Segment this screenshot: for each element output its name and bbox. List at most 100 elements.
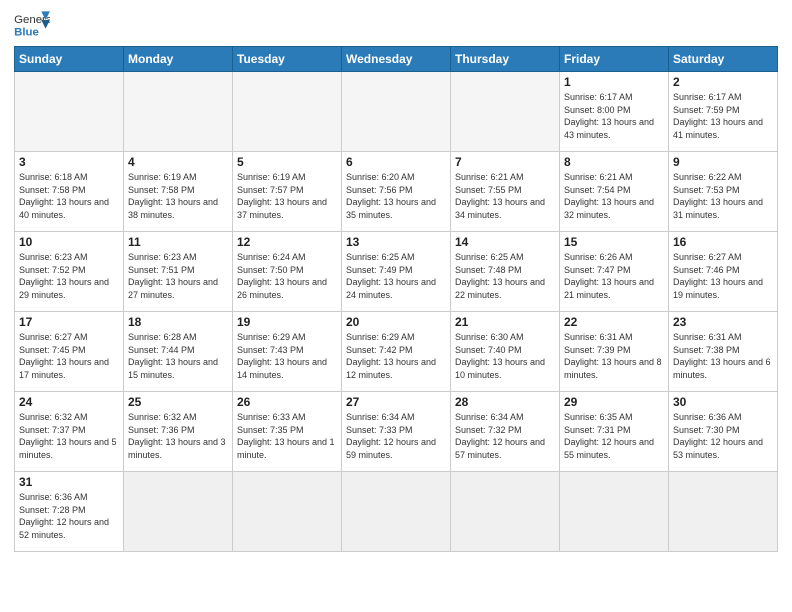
day-number: 7 [455, 155, 555, 169]
calendar-day-cell: 19Sunrise: 6:29 AM Sunset: 7:43 PM Dayli… [233, 312, 342, 392]
day-number: 13 [346, 235, 446, 249]
calendar-day-cell [124, 472, 233, 552]
calendar-day-cell: 28 Sunrise: 6:34 AM Sunset: 7:32 PM Dayli… [451, 392, 560, 472]
day-number: 17 [19, 315, 119, 329]
calendar-day-cell: 17 Sunrise: 6:27 AM Sunset: 7:45 PM Dayli… [15, 312, 124, 392]
day-number: 23 [673, 315, 773, 329]
calendar-day-cell: 4Sunrise: 6:19 AM Sunset: 7:58 PM Daylig… [124, 152, 233, 232]
calendar-day-cell: 9 Sunrise: 6:22 AM Sunset: 7:53 PM Daylig… [669, 152, 778, 232]
calendar-day-cell [124, 72, 233, 152]
day-number: 27 [346, 395, 446, 409]
calendar-day-cell: 27 Sunrise: 6:34 AM Sunset: 7:33 PM Dayli… [342, 392, 451, 472]
calendar-week-row: 1 Sunrise: 6:17 AM Sunset: 8:00 PM Daylig… [15, 72, 778, 152]
day-number: 10 [19, 235, 119, 249]
weekday-header-saturday: Saturday [669, 47, 778, 72]
calendar-day-cell: 25 Sunrise: 6:32 AM Sunset: 7:36 PM Dayli… [124, 392, 233, 472]
day-info: Sunrise: 6:31 AM Sunset: 7:38 PM Dayligh… [673, 331, 773, 381]
calendar-day-cell [560, 472, 669, 552]
day-number: 19 [237, 315, 337, 329]
day-info: Sunrise: 6:36 AM Sunset: 7:28 PM Dayligh… [19, 491, 119, 541]
day-info: Sunrise: 6:19 AM Sunset: 7:57 PM Dayligh… [237, 171, 337, 221]
calendar-day-cell [451, 472, 560, 552]
day-number: 9 [673, 155, 773, 169]
logo: General Blue [14, 10, 50, 40]
calendar-day-cell [342, 472, 451, 552]
calendar-day-cell [669, 472, 778, 552]
day-info: Sunrise: 6:34 AM Sunset: 7:32 PM Dayligh… [455, 411, 555, 461]
day-info: Sunrise: 6:33 AM Sunset: 7:35 PM Dayligh… [237, 411, 337, 461]
day-number: 21 [455, 315, 555, 329]
day-info: Sunrise: 6:27 AM Sunset: 7:45 PM Dayligh… [19, 331, 119, 381]
weekday-header-monday: Monday [124, 47, 233, 72]
calendar-day-cell: 8 Sunrise: 6:21 AM Sunset: 7:54 PM Daylig… [560, 152, 669, 232]
day-info: Sunrise: 6:32 AM Sunset: 7:36 PM Dayligh… [128, 411, 228, 461]
weekday-header-row: SundayMondayTuesdayWednesdayThursdayFrid… [15, 47, 778, 72]
day-info: Sunrise: 6:30 AM Sunset: 7:40 PM Dayligh… [455, 331, 555, 381]
calendar-day-cell: 11Sunrise: 6:23 AM Sunset: 7:51 PM Dayli… [124, 232, 233, 312]
day-info: Sunrise: 6:29 AM Sunset: 7:42 PM Dayligh… [346, 331, 446, 381]
day-number: 30 [673, 395, 773, 409]
header-area: General Blue [14, 10, 778, 40]
day-number: 18 [128, 315, 228, 329]
day-info: Sunrise: 6:27 AM Sunset: 7:46 PM Dayligh… [673, 251, 773, 301]
calendar-day-cell: 15 Sunrise: 6:26 AM Sunset: 7:47 PM Dayli… [560, 232, 669, 312]
calendar-day-cell: 20 Sunrise: 6:29 AM Sunset: 7:42 PM Dayli… [342, 312, 451, 392]
day-number: 5 [237, 155, 337, 169]
day-info: Sunrise: 6:35 AM Sunset: 7:31 PM Dayligh… [564, 411, 664, 461]
day-number: 15 [564, 235, 664, 249]
calendar-day-cell: 26Sunrise: 6:33 AM Sunset: 7:35 PM Dayli… [233, 392, 342, 472]
day-info: Sunrise: 6:17 AM Sunset: 8:00 PM Dayligh… [564, 91, 664, 141]
calendar-day-cell [451, 72, 560, 152]
page: General Blue SundayMondayTuesdayWednesda… [0, 0, 792, 562]
calendar-day-cell [233, 72, 342, 152]
day-number: 29 [564, 395, 664, 409]
day-info: Sunrise: 6:20 AM Sunset: 7:56 PM Dayligh… [346, 171, 446, 221]
calendar-day-cell [233, 472, 342, 552]
day-number: 3 [19, 155, 119, 169]
day-number: 25 [128, 395, 228, 409]
calendar-day-cell: 1 Sunrise: 6:17 AM Sunset: 8:00 PM Daylig… [560, 72, 669, 152]
calendar-day-cell: 29 Sunrise: 6:35 AM Sunset: 7:31 PM Dayli… [560, 392, 669, 472]
day-info: Sunrise: 6:22 AM Sunset: 7:53 PM Dayligh… [673, 171, 773, 221]
day-info: Sunrise: 6:21 AM Sunset: 7:55 PM Dayligh… [455, 171, 555, 221]
calendar-week-row: 31 Sunrise: 6:36 AM Sunset: 7:28 PM Dayli… [15, 472, 778, 552]
calendar-day-cell: 16 Sunrise: 6:27 AM Sunset: 7:46 PM Dayli… [669, 232, 778, 312]
day-info: Sunrise: 6:28 AM Sunset: 7:44 PM Dayligh… [128, 331, 228, 381]
day-number: 31 [19, 475, 119, 489]
day-number: 1 [564, 75, 664, 89]
generalblue-logo-icon: General Blue [14, 10, 50, 40]
calendar-day-cell: 5 Sunrise: 6:19 AM Sunset: 7:57 PM Daylig… [233, 152, 342, 232]
weekday-header-sunday: Sunday [15, 47, 124, 72]
calendar-day-cell: 10Sunrise: 6:23 AM Sunset: 7:52 PM Dayli… [15, 232, 124, 312]
day-number: 16 [673, 235, 773, 249]
day-number: 8 [564, 155, 664, 169]
day-info: Sunrise: 6:21 AM Sunset: 7:54 PM Dayligh… [564, 171, 664, 221]
svg-text:Blue: Blue [14, 27, 39, 39]
day-number: 28 [455, 395, 555, 409]
day-number: 20 [346, 315, 446, 329]
calendar-day-cell [342, 72, 451, 152]
day-info: Sunrise: 6:18 AM Sunset: 7:58 PM Dayligh… [19, 171, 119, 221]
day-number: 24 [19, 395, 119, 409]
calendar-day-cell: 13 Sunrise: 6:25 AM Sunset: 7:49 PM Dayli… [342, 232, 451, 312]
calendar-week-row: 10Sunrise: 6:23 AM Sunset: 7:52 PM Dayli… [15, 232, 778, 312]
calendar-day-cell: 6Sunrise: 6:20 AM Sunset: 7:56 PM Daylig… [342, 152, 451, 232]
calendar-day-cell: 30 Sunrise: 6:36 AM Sunset: 7:30 PM Dayli… [669, 392, 778, 472]
calendar-day-cell: 22Sunrise: 6:31 AM Sunset: 7:39 PM Dayli… [560, 312, 669, 392]
calendar-day-cell: 18 Sunrise: 6:28 AM Sunset: 7:44 PM Dayli… [124, 312, 233, 392]
calendar-day-cell: 2Sunrise: 6:17 AM Sunset: 7:59 PM Daylig… [669, 72, 778, 152]
calendar-day-cell: 7 Sunrise: 6:21 AM Sunset: 7:55 PM Daylig… [451, 152, 560, 232]
calendar-table: SundayMondayTuesdayWednesdayThursdayFrid… [14, 46, 778, 552]
weekday-header-wednesday: Wednesday [342, 47, 451, 72]
day-info: Sunrise: 6:25 AM Sunset: 7:49 PM Dayligh… [346, 251, 446, 301]
day-info: Sunrise: 6:26 AM Sunset: 7:47 PM Dayligh… [564, 251, 664, 301]
weekday-header-thursday: Thursday [451, 47, 560, 72]
day-number: 12 [237, 235, 337, 249]
day-info: Sunrise: 6:34 AM Sunset: 7:33 PM Dayligh… [346, 411, 446, 461]
day-info: Sunrise: 6:19 AM Sunset: 7:58 PM Dayligh… [128, 171, 228, 221]
weekday-header-tuesday: Tuesday [233, 47, 342, 72]
calendar-day-cell: 23 Sunrise: 6:31 AM Sunset: 7:38 PM Dayli… [669, 312, 778, 392]
calendar-day-cell: 12Sunrise: 6:24 AM Sunset: 7:50 PM Dayli… [233, 232, 342, 312]
day-info: Sunrise: 6:36 AM Sunset: 7:30 PM Dayligh… [673, 411, 773, 461]
calendar-week-row: 17 Sunrise: 6:27 AM Sunset: 7:45 PM Dayli… [15, 312, 778, 392]
